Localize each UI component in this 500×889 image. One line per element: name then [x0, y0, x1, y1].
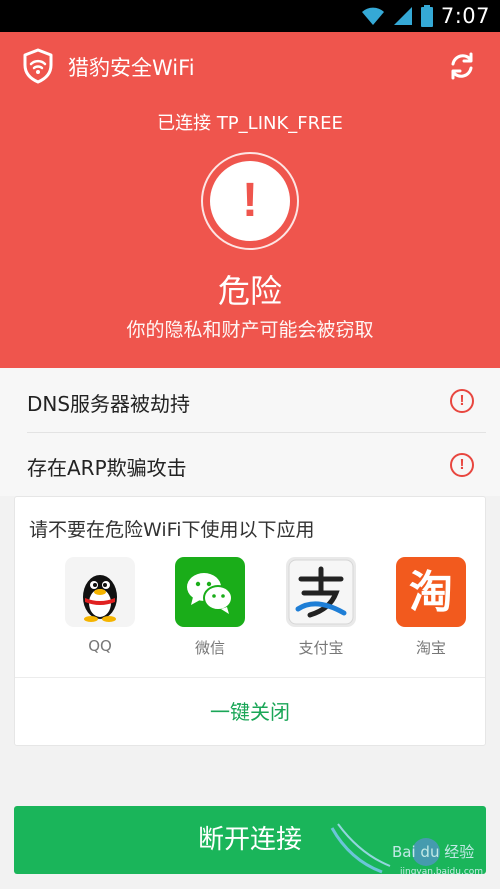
wechat-icon — [175, 557, 245, 627]
wifi-signal-icon — [361, 7, 384, 25]
app-item-taobao[interactable]: 淘 淘宝 — [381, 557, 481, 658]
status-bar: 7:07 — [0, 0, 500, 32]
qq-penguin-icon — [65, 557, 135, 627]
danger-subtitle: 你的隐私和财产可能会被窃取 — [126, 319, 374, 341]
exclamation-icon: ! — [242, 174, 258, 227]
app-item-alipay[interactable]: 支付宝 — [271, 557, 371, 658]
warning-icon: ! — [450, 453, 474, 477]
alipay-icon — [286, 557, 356, 627]
app-item-qq[interactable]: QQ — [50, 557, 150, 655]
app-label: 支付宝 — [298, 639, 344, 657]
clock: 7:07 — [440, 4, 490, 28]
app-label: 淘宝 — [415, 639, 446, 657]
app-shield-logo-icon — [23, 48, 53, 84]
issue-row-dns[interactable]: DNS服务器被劫持 ! — [0, 368, 500, 433]
app-list: QQ 微信 支付宝 淘 淘宝 — [15, 557, 487, 657]
warning-icon: ! — [450, 389, 474, 413]
svg-text:淘: 淘 — [409, 567, 453, 618]
issue-label: DNS服务器被劫持 — [27, 392, 191, 416]
app-item-wechat[interactable]: 微信 — [160, 557, 260, 658]
issue-row-arp[interactable]: 存在ARP欺骗攻击 ! — [0, 432, 500, 496]
danger-title: 危险 — [217, 272, 282, 310]
app-label: QQ — [88, 637, 112, 655]
danger-alert-badge: ! — [201, 152, 299, 250]
issue-label: 存在ARP欺骗攻击 — [27, 456, 187, 480]
battery-icon — [420, 5, 433, 27]
cell-signal-icon — [393, 7, 412, 25]
card-title: 请不要在危险WiFi下使用以下应用 — [29, 519, 315, 541]
app-title: 猎豹安全WiFi — [68, 56, 195, 80]
refresh-icon[interactable] — [446, 50, 478, 82]
connected-network-label: 已连接 TP_LINK_FREE — [157, 113, 343, 134]
status-icons: 7:07 — [361, 3, 490, 29]
app-label: 微信 — [194, 639, 225, 657]
risky-apps-card: 请不要在危险WiFi下使用以下应用 QQ 微信 支付宝 淘 淘宝 一键关闭 — [14, 496, 486, 746]
issue-list: DNS服务器被劫持 ! 存在ARP欺骗攻击 ! — [0, 368, 500, 496]
close-all-apps-button[interactable]: 一键关闭 — [15, 678, 485, 746]
security-status-header: 猎豹安全WiFi 已连接 TP_LINK_FREE ! 危险 你的隐私和财产可能… — [0, 32, 500, 368]
disconnect-button[interactable]: 断开连接 — [14, 806, 486, 874]
alert-circle: ! — [210, 161, 290, 241]
taobao-icon: 淘 — [396, 557, 466, 627]
